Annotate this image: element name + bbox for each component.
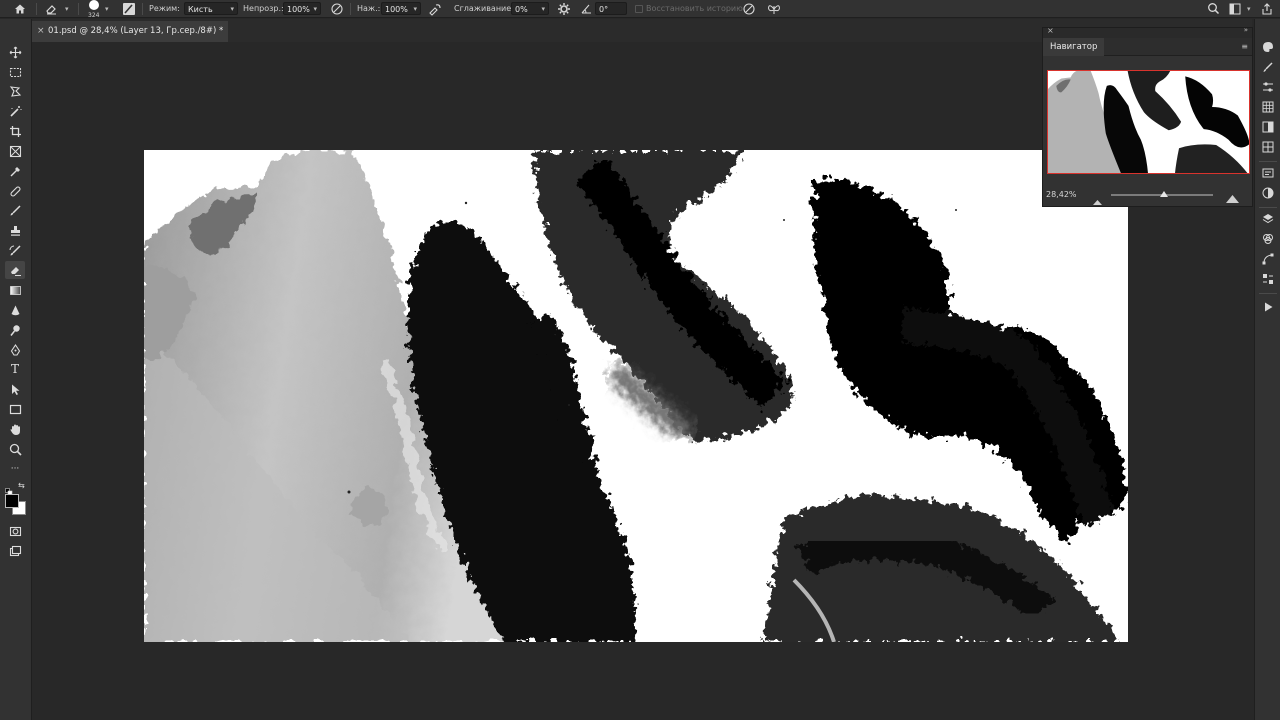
path-select-tool-icon[interactable] [5,380,25,398]
opacity-value: 100% [287,5,310,14]
flow-label: Наж.: [357,4,381,13]
more-tools-icon[interactable]: ··· [5,460,25,478]
opacity-field[interactable]: 100% ▾ [283,2,321,15]
smoothing-value: 0% [515,5,528,14]
flow-field[interactable]: 100% ▾ [381,2,421,15]
tools-panel: T ··· ⇆ [0,19,32,720]
brushes-panel-icon[interactable] [1262,61,1274,73]
document-tab-title: 01.psd @ 28,4% (Layer 13, Гр.сер./8#) * [48,26,224,36]
angle-field[interactable]: 0° [595,2,627,15]
history-label: Восстановить историю [646,4,743,13]
zoom-out-icon[interactable] [1093,190,1102,209]
properties-panel-icon[interactable] [1262,273,1274,285]
preset-dropdown-icon[interactable]: ▾ [65,0,69,18]
smoothing-label: Сглаживание: [454,4,514,13]
foreground-color-swatch[interactable] [5,494,19,508]
color-panel-icon[interactable] [1262,41,1274,53]
butterfly-symmetry-icon[interactable] [767,2,781,20]
channels-panel-icon[interactable] [1262,233,1274,245]
navigator-panel-icon[interactable] [1262,187,1274,199]
zoom-in-icon[interactable] [1226,188,1239,207]
document-tab[interactable]: × 01.psd @ 28,4% (Layer 13, Гр.сер./8#) … [32,21,228,42]
history-checkbox[interactable] [635,5,643,13]
swap-colors-icon[interactable]: ⇆ [18,481,25,490]
panel-menu-icon[interactable]: ≡ [1241,42,1248,51]
rectangle-tool-icon[interactable] [5,400,25,418]
dodge-tool-icon[interactable] [5,321,25,339]
actions-play-icon[interactable] [1262,301,1274,313]
marquee-tool-icon[interactable] [5,63,25,81]
quick-mask-icon[interactable] [5,522,25,540]
type-tool-icon[interactable]: T [5,360,25,378]
blur-tool-icon[interactable] [5,301,25,319]
panel-dock [1254,19,1280,720]
libraries-panel-icon[interactable] [1262,167,1274,179]
navigator-panel: × » Навигатор ≡ 28,42% [1042,26,1253,209]
magic-wand-tool-icon[interactable] [5,102,25,120]
eraser-tool-icon[interactable] [5,261,25,279]
navigator-zoom-slider-knob[interactable] [1160,191,1169,197]
workspace-dropdown-icon[interactable]: ▾ [1247,0,1251,18]
hand-tool-icon[interactable] [5,420,25,438]
airbrush-icon[interactable] [428,2,442,20]
history-brush-tool-icon[interactable] [5,241,25,259]
chevron-down-icon: ▾ [313,5,317,13]
chevron-down-icon: ▾ [230,5,234,13]
healing-tool-icon[interactable] [5,182,25,200]
flow-value: 100% [385,5,408,14]
type-tool-glyph: T [10,362,19,376]
adjustments-panel-icon[interactable] [1262,81,1274,93]
angle-icon [580,2,593,20]
navigator-tab[interactable]: Навигатор [1043,38,1105,56]
brush-settings-icon[interactable] [122,2,136,20]
screen-mode-icon[interactable] [5,542,25,560]
diagonal-ink-stroke-right [812,179,1125,540]
smoothing-field[interactable]: 0% ▾ [511,2,549,15]
angle-value: 0° [599,5,609,14]
navigator-header: Навигатор ≡ [1043,38,1252,56]
move-tool-icon[interactable] [5,43,25,61]
frame-tool-icon[interactable] [5,142,25,160]
mode-label: Режим: [149,4,180,13]
chevron-down-icon: ▾ [413,5,417,13]
zoom-tool-icon[interactable] [5,440,25,458]
stamp-tool-icon[interactable] [5,221,25,239]
navigator-thumbnail[interactable] [1047,70,1250,174]
eyedropper-tool-icon[interactable] [5,162,25,180]
navigator-titlebar[interactable]: × » [1043,26,1252,38]
opacity-pressure-icon[interactable] [330,2,344,20]
paths-panel-icon[interactable] [1262,253,1274,265]
layers-panel-icon[interactable] [1262,213,1274,225]
navigator-zoom-value[interactable]: 28,42% [1046,190,1077,199]
symmetry-target-icon[interactable] [742,2,756,20]
brush-tool-icon[interactable] [5,201,25,219]
chevron-down-icon: ▾ [541,5,545,13]
search-icon[interactable] [1207,2,1220,20]
patterns-panel-icon[interactable] [1262,141,1274,153]
brush-dropdown-icon[interactable]: ▾ [105,0,109,18]
gradients-panel-icon[interactable] [1262,121,1274,133]
close-icon[interactable]: × [37,21,45,42]
photoshop-window: ▾ 324 ▾ Режим: Кисть ▾ Непрозр.: 100% ▾ … [0,0,1280,720]
mode-select-value: Кисть [188,5,213,14]
mode-select[interactable]: Кисть ▾ [184,2,238,15]
options-bar: ▾ 324 ▾ Режим: Кисть ▾ Непрозр.: 100% ▾ … [0,0,1280,20]
lasso-tool-icon[interactable] [5,82,25,100]
collapse-icon[interactable]: » [1244,26,1248,34]
smoothing-gear-icon[interactable] [557,2,571,20]
opacity-label: Непрозр.: [243,4,284,13]
swatches-panel-icon[interactable] [1262,101,1274,113]
pen-tool-icon[interactable] [5,341,25,359]
document-canvas[interactable] [144,150,1128,642]
close-icon[interactable]: × [1047,26,1054,35]
crop-tool-icon[interactable] [5,122,25,140]
gradient-tool-icon[interactable] [5,281,25,299]
